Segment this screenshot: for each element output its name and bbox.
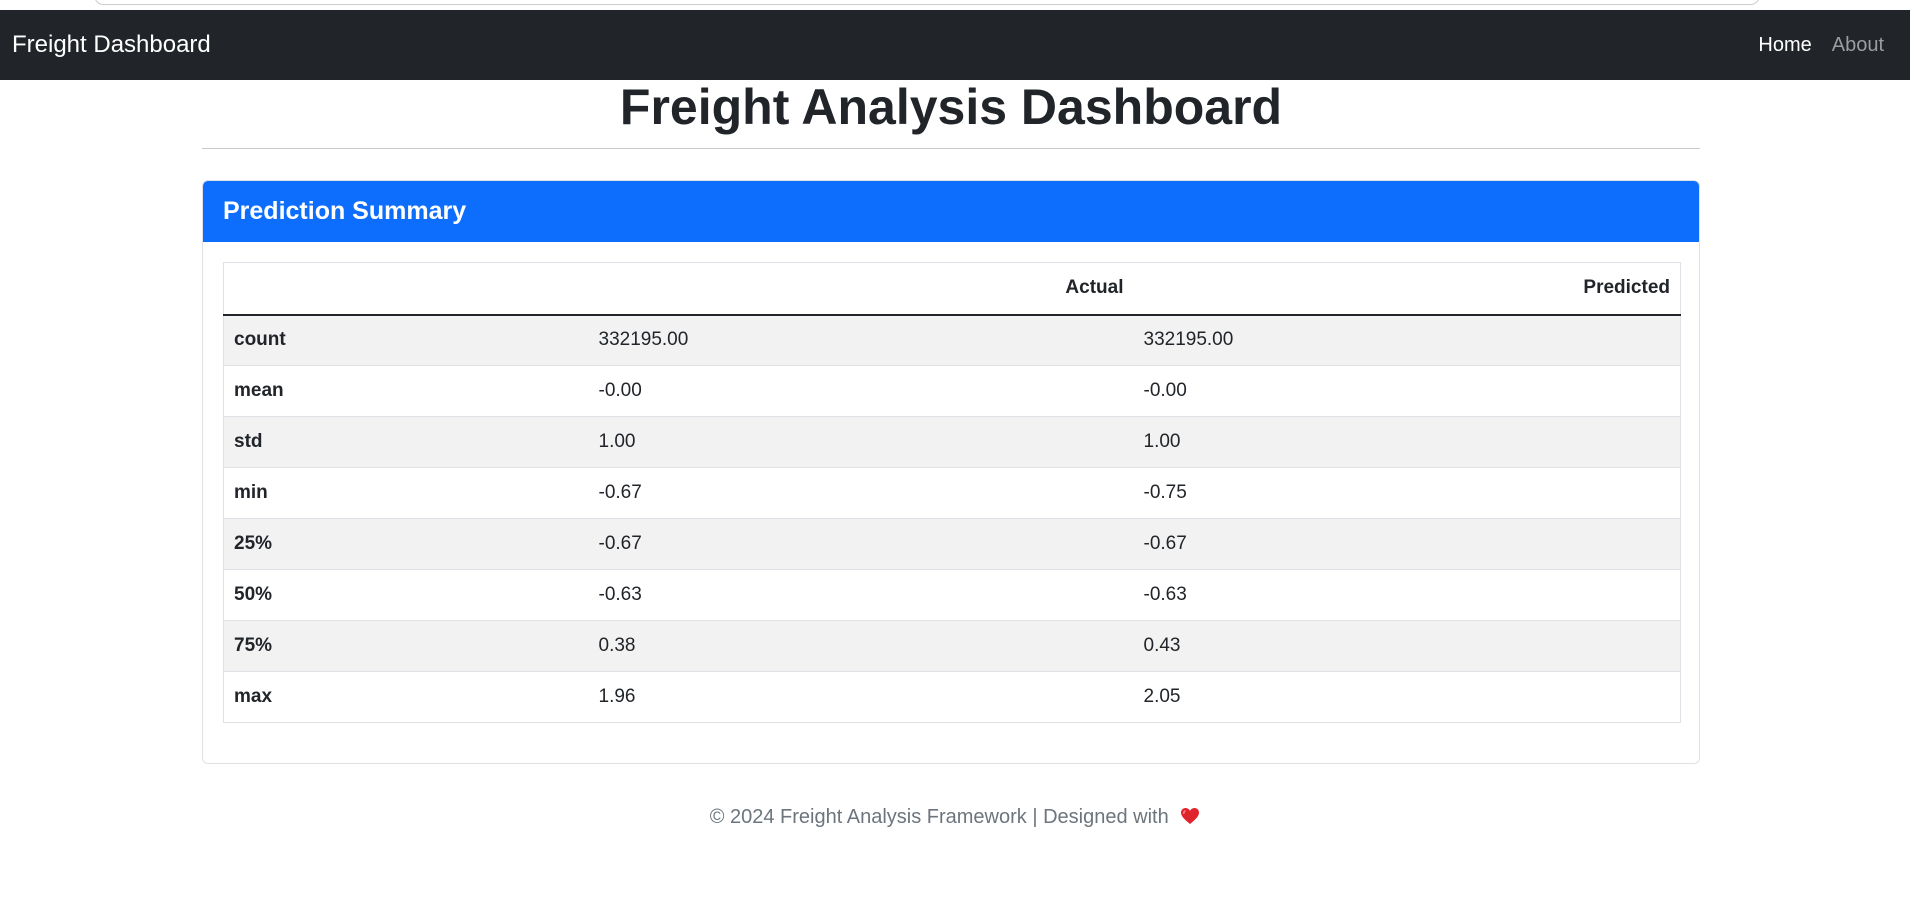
- actual-value: -0.67: [598, 482, 642, 503]
- nav-link-about[interactable]: About: [1832, 34, 1884, 57]
- column-header-actual: Actual: [588, 262, 1134, 316]
- actual-value: -0.00: [598, 380, 642, 401]
- column-header-blank: [223, 262, 589, 316]
- row-label: 25%: [234, 533, 273, 554]
- footer-text: © 2024 Freight Analysis Framework | Desi…: [709, 806, 1169, 828]
- title-divider: [202, 148, 1700, 149]
- top-navbar: Freight Dashboard Home About: [0, 10, 1910, 80]
- nav-link-home[interactable]: Home: [1758, 34, 1811, 57]
- browser-top-strip: [0, 0, 1910, 10]
- predicted-value: 332195.00: [1143, 329, 1234, 351]
- table-row: std 1.00 1.00: [223, 416, 1681, 468]
- address-bar-edge: [94, 0, 1760, 5]
- row-label: 50%: [234, 584, 273, 605]
- actual-value: 0.38: [598, 635, 636, 656]
- predicted-value: 0.43: [1143, 635, 1181, 656]
- actual-value: -0.67: [598, 533, 642, 554]
- actual-value: -0.63: [598, 584, 642, 605]
- table-row: 50% -0.63 -0.63: [223, 569, 1681, 621]
- column-header-predicted: Predicted: [1133, 262, 1681, 316]
- card-body: Actual Predicted count 332195.00 332195.00…: [203, 242, 1699, 763]
- predicted-value: -0.63: [1143, 584, 1187, 605]
- table-body: count 332195.00 332195.00 mean -0.00 -0.00 std…: [223, 314, 1681, 723]
- table-row: 25% -0.67 -0.67: [223, 518, 1681, 570]
- page-title: Freight Analysis Dashboard: [619, 79, 1283, 135]
- predicted-value: -0.67: [1143, 533, 1187, 554]
- row-label: 75%: [234, 635, 273, 656]
- footer: © 2024 Freight Analysis Framework | Desi…: [0, 806, 1910, 829]
- row-label: max: [234, 686, 273, 707]
- prediction-summary-card: Prediction Summary Actual Predicted coun…: [202, 180, 1700, 764]
- table-row: min -0.67 -0.75: [223, 467, 1681, 519]
- actual-value: 1.00: [598, 431, 636, 452]
- table-row: mean -0.00 -0.00: [223, 365, 1681, 417]
- actual-value: 1.96: [598, 686, 636, 707]
- table-row: 75% 0.38 0.43: [223, 620, 1681, 672]
- navbar-brand[interactable]: Freight Dashboard: [12, 31, 211, 59]
- table-row: count 332195.00 332195.00: [223, 314, 1681, 366]
- predicted-value: 2.05: [1143, 686, 1181, 707]
- predicted-value: -0.75: [1143, 482, 1187, 503]
- card-header: Prediction Summary: [203, 181, 1699, 242]
- actual-value: 332195.00: [598, 329, 689, 351]
- predicted-value: 1.00: [1143, 431, 1181, 452]
- heart-icon: [1181, 808, 1200, 824]
- row-label: count: [234, 329, 286, 351]
- main-container: Freight Analysis Dashboard Prediction Su…: [202, 80, 1700, 764]
- row-label: min: [234, 482, 268, 503]
- predicted-value: -0.00: [1143, 380, 1187, 401]
- row-label: std: [234, 431, 263, 452]
- nav-links: Home About: [1758, 34, 1884, 57]
- row-label: mean: [234, 380, 284, 401]
- table-header-row: Actual Predicted: [223, 262, 1681, 316]
- table-row: max 1.96 2.05: [223, 671, 1681, 723]
- summary-table: Actual Predicted count 332195.00 332195.00…: [223, 262, 1681, 723]
